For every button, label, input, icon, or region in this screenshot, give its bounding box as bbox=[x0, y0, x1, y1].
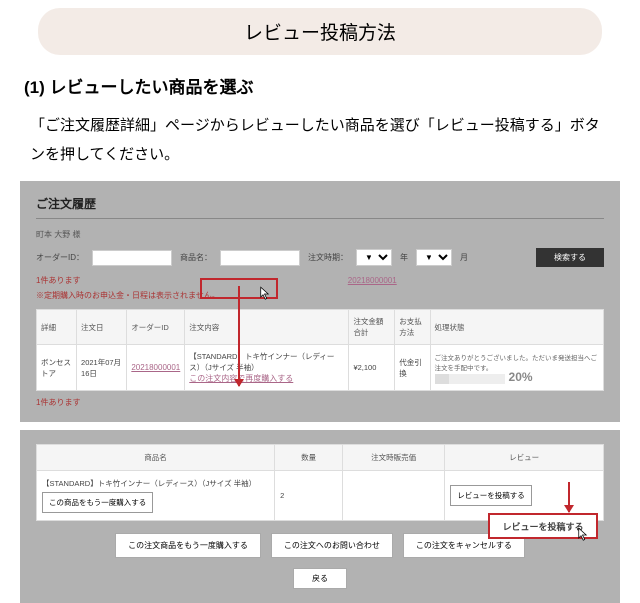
total-cell: ¥2,100 bbox=[349, 345, 395, 391]
reorder-item-button[interactable]: この商品をもう一度購入する bbox=[42, 492, 153, 513]
detail-table: 商品名 数量 注文時販売価 レビュー 【STANDARD】トキ竹インナー（レディ… bbox=[36, 444, 604, 521]
reorder-all-button[interactable]: この注文商品をもう一度購入する bbox=[115, 533, 261, 558]
progress-bar: 20% bbox=[435, 374, 505, 384]
table-header: 詳細 注文日 オーダーID 注文内容 注文金額合計 お支払方法 処理状態 bbox=[37, 310, 604, 345]
month-select[interactable]: ▼ bbox=[416, 249, 452, 266]
arrow-icon bbox=[238, 286, 240, 386]
price-cell bbox=[343, 471, 445, 521]
table-row: ボンセストア 2021年07月16日 20218000001 【STANDARD… bbox=[37, 345, 604, 391]
product-name: 【STANDARD】トキ竹インナー（レディース）（Jサイズ 半袖） bbox=[42, 478, 269, 489]
step-description: 「ご注文履歴詳細」ページからレビューしたい商品を選び「レビュー投稿する」ボタンを… bbox=[30, 112, 610, 169]
result-count: 1件あります bbox=[36, 275, 80, 286]
date-cell: 2021年07月16日 bbox=[77, 345, 127, 391]
month-label: 月 bbox=[460, 252, 468, 263]
order-detail-screenshot: 商品名 数量 注文時販売価 レビュー 【STANDARD】トキ竹インナー（レディ… bbox=[20, 430, 620, 603]
inquiry-button[interactable]: この注文へのお問い合わせ bbox=[271, 533, 393, 558]
cursor-icon bbox=[578, 527, 590, 543]
product-label: 商品名： bbox=[180, 252, 212, 263]
store-cell: ボンセストア bbox=[37, 345, 77, 391]
order-id-link[interactable]: 20218000001 bbox=[131, 363, 180, 372]
product-cell: 【STANDARD】トキ竹インナー（レディース）（Jサイズ 半袖） この注文内容… bbox=[185, 345, 349, 391]
table-header: 商品名 数量 注文時販売価 レビュー bbox=[37, 445, 604, 471]
order-link[interactable]: 20218000001 bbox=[348, 276, 397, 285]
payment-cell: 代金引換 bbox=[395, 345, 430, 391]
arrow-icon bbox=[568, 482, 570, 512]
cursor-icon bbox=[260, 286, 272, 302]
order-id-input[interactable] bbox=[92, 250, 172, 266]
order-id-label: オーダーID： bbox=[36, 252, 84, 263]
back-button[interactable]: 戻る bbox=[293, 568, 347, 589]
customer-name: 町本 大野 様 bbox=[36, 229, 604, 240]
step-heading: (1) レビューしたい商品を選ぶ bbox=[24, 73, 616, 98]
disclaimer: ※定期購入時のお申込金・日程は表示されません。 bbox=[36, 290, 604, 301]
order-table: 詳細 注文日 オーダーID 注文内容 注文金額合計 お支払方法 処理状態 ボンセ… bbox=[36, 309, 604, 391]
post-review-button[interactable]: レビューを投稿する bbox=[450, 485, 532, 506]
result-count-bottom: 1件あります bbox=[36, 397, 604, 408]
product-input[interactable] bbox=[220, 250, 300, 266]
year-select[interactable]: ▼ bbox=[356, 249, 392, 266]
order-history-screenshot: ご注文履歴 町本 大野 様 オーダーID： 商品名： 注文時期： ▼ 年 ▼ 月… bbox=[20, 181, 620, 422]
highlight-box-review: レビューを投稿する bbox=[488, 513, 598, 539]
qty-cell: 2 bbox=[275, 471, 343, 521]
period-label: 注文時期： bbox=[308, 252, 348, 263]
page-title: レビュー投稿方法 bbox=[38, 8, 602, 55]
search-button[interactable]: 検索する bbox=[536, 248, 604, 267]
year-label: 年 bbox=[400, 252, 408, 263]
order-history-title: ご注文履歴 bbox=[36, 195, 604, 219]
progress-percent: 20% bbox=[509, 370, 533, 384]
status-cell: ご注文ありがとうございました。ただいま発送担当へご注文を手配中です。 20% bbox=[430, 345, 603, 391]
